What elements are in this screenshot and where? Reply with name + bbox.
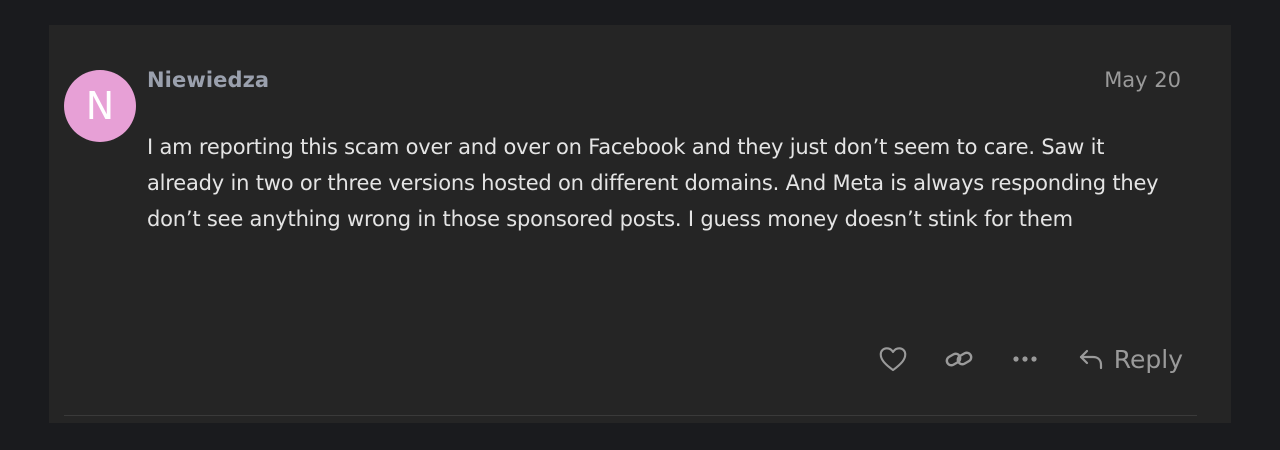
post-date[interactable]: May 20 [1104, 68, 1181, 92]
forum-post: N Niewiedza May 20 I am reporting this s… [49, 25, 1231, 423]
avatar[interactable]: N [64, 70, 136, 142]
post-actions: Reply [876, 337, 1183, 381]
like-button[interactable] [876, 346, 910, 372]
post-divider [64, 415, 1197, 416]
heart-icon [879, 347, 907, 372]
reply-arrow-icon [1079, 349, 1102, 370]
reply-label: Reply [1113, 344, 1183, 374]
more-options-button[interactable] [1008, 355, 1042, 363]
reply-button[interactable]: Reply [1078, 345, 1183, 374]
avatar-initial: N [85, 84, 115, 128]
post-body: I am reporting this scam over and over o… [147, 135, 1159, 231]
copy-link-button[interactable] [942, 347, 976, 371]
ellipsis-icon [1013, 356, 1037, 362]
link-icon [945, 351, 973, 367]
post-author-username[interactable]: Niewiedza [147, 68, 269, 92]
